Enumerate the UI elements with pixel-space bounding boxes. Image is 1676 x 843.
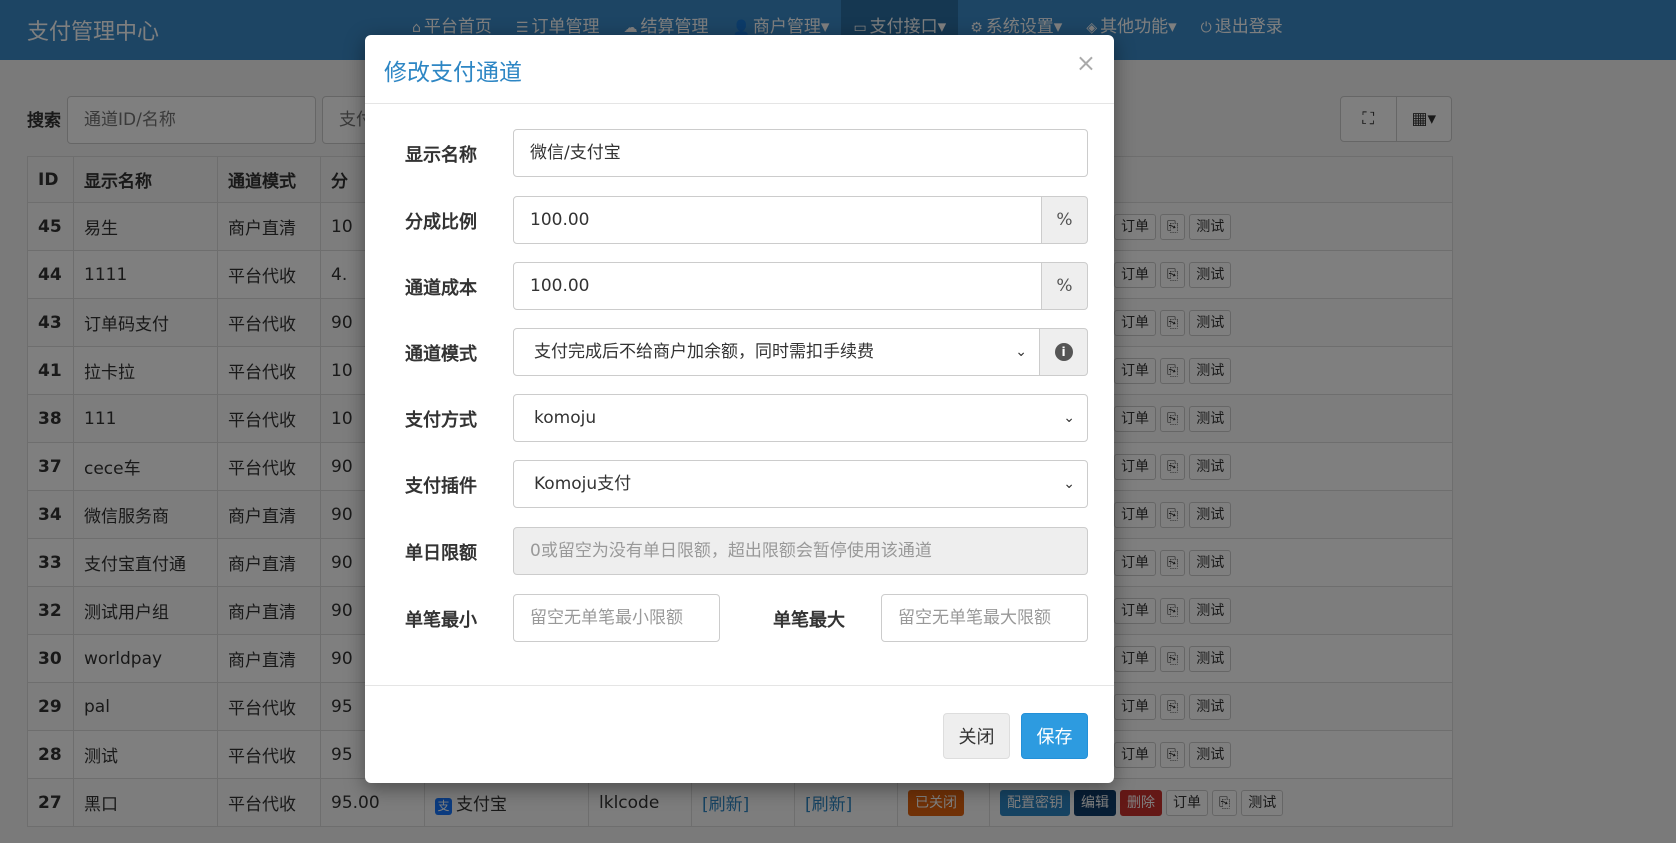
pay-plugin-select[interactable]: Komoju支付 ⌄ xyxy=(513,460,1088,508)
max-single-input[interactable]: 留空无单笔最大限额 xyxy=(881,594,1088,642)
row-channel-cost: 通道成本 100.00 % xyxy=(365,262,1114,310)
display-name-label: 显示名称 xyxy=(405,145,477,166)
percent-addon: % xyxy=(1041,262,1088,310)
chevron-down-icon: ⌄ xyxy=(1063,476,1075,492)
row-single-limits: 单笔最小 留空无单笔最小限额 单笔最大 留空无单笔最大限额 xyxy=(365,594,1114,642)
modal-title: 修改支付通道 xyxy=(384,60,522,86)
modal-footer: 关闭 保存 xyxy=(365,685,1114,783)
close-icon[interactable]: × xyxy=(1076,49,1096,77)
min-single-label: 单笔最小 xyxy=(405,610,477,631)
close-button[interactable]: 关闭 xyxy=(943,713,1010,759)
chevron-down-icon: ⌄ xyxy=(1015,344,1027,360)
pay-type-value: komoju xyxy=(534,408,597,428)
channel-cost-label: 通道成本 xyxy=(405,278,477,299)
save-button[interactable]: 保存 xyxy=(1021,713,1088,759)
channel-mode-select[interactable]: 支付完成后不给商户加余额，同时需扣手续费 ⌄ xyxy=(513,328,1040,376)
row-display-name: 显示名称 微信/支付宝 xyxy=(365,129,1114,177)
split-ratio-label: 分成比例 xyxy=(405,212,477,233)
channel-mode-label: 通道模式 xyxy=(405,344,477,365)
row-pay-type: 支付方式 komoju ⌄ xyxy=(365,394,1114,442)
max-single-label: 单笔最大 xyxy=(773,610,845,631)
split-ratio-input[interactable]: 100.00 xyxy=(513,196,1042,244)
modal-header: 修改支付通道 × xyxy=(365,35,1114,104)
row-pay-plugin: 支付插件 Komoju支付 ⌄ xyxy=(365,460,1114,508)
min-single-input[interactable]: 留空无单笔最小限额 xyxy=(513,594,720,642)
chevron-down-icon: ⌄ xyxy=(1063,410,1075,426)
info-button[interactable]: i xyxy=(1039,328,1088,376)
pay-plugin-value: Komoju支付 xyxy=(534,474,632,494)
row-daily-limit: 单日限额 0或留空为没有单日限额，超出限额会暂停使用该通道 xyxy=(365,527,1114,575)
row-split-ratio: 分成比例 100.00 % xyxy=(365,196,1114,244)
info-icon: i xyxy=(1054,343,1073,361)
pay-type-label: 支付方式 xyxy=(405,410,477,431)
edit-channel-modal: 修改支付通道 × 显示名称 微信/支付宝 分成比例 100.00 % 通道成本 … xyxy=(365,35,1114,783)
pay-type-select[interactable]: komoju ⌄ xyxy=(513,394,1088,442)
pay-plugin-label: 支付插件 xyxy=(405,476,477,497)
channel-cost-input[interactable]: 100.00 xyxy=(513,262,1042,310)
row-channel-mode: 通道模式 支付完成后不给商户加余额，同时需扣手续费 ⌄ i xyxy=(365,328,1114,376)
daily-limit-input[interactable]: 0或留空为没有单日限额，超出限额会暂停使用该通道 xyxy=(513,527,1088,575)
daily-limit-label: 单日限额 xyxy=(405,543,477,564)
percent-addon: % xyxy=(1041,196,1088,244)
display-name-input[interactable]: 微信/支付宝 xyxy=(513,129,1088,177)
channel-mode-value: 支付完成后不给商户加余额，同时需扣手续费 xyxy=(534,342,874,362)
